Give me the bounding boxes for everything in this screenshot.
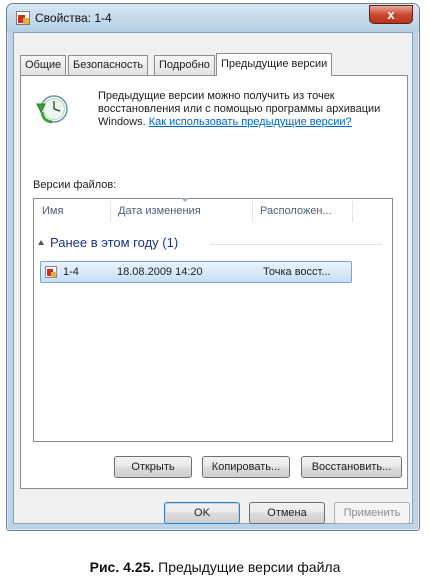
tab-details[interactable]: Подробно	[154, 55, 215, 75]
intro-text: Предыдущие версии можно получить из точе…	[98, 90, 398, 129]
tab-general[interactable]: Общие	[20, 55, 67, 75]
tab-security[interactable]: Безопасность	[68, 55, 149, 75]
apply-button: Применить	[334, 502, 410, 524]
document-icon	[45, 266, 57, 278]
restore-button[interactable]: Восстановить...	[301, 456, 402, 478]
group-title: Ранее в этом году (1)	[50, 235, 179, 250]
cancel-button[interactable]: Отмена	[249, 502, 325, 524]
list-item[interactable]: 1-4 18.08.2009 14:20 Точка восст...	[40, 261, 352, 283]
group-header[interactable]: Ранее в этом году (1)	[38, 235, 178, 253]
item-date: 18.08.2009 14:20	[117, 266, 203, 278]
properties-window: Свойства: 1-4 x Общие Безопасность Подро…	[6, 3, 420, 531]
dialog-client-area: Общие Безопасность Подробно Предыдущие в…	[13, 32, 413, 524]
figure-number: Рис. 4.25.	[89, 559, 155, 575]
column-location[interactable]: Расположен...	[252, 199, 352, 224]
tab-previous-versions[interactable]: Предыдущие версии	[216, 53, 333, 76]
ok-button[interactable]: OK	[164, 502, 240, 524]
figure-title: Предыдущие версии файла	[158, 559, 341, 575]
item-location: Точка восст...	[263, 266, 331, 278]
open-button[interactable]: Открыть	[114, 456, 192, 478]
help-link[interactable]: Как использовать предыдущие версии?	[149, 116, 352, 128]
document-icon	[16, 11, 30, 25]
previous-versions-panel: Предыдущие версии можно получить из точе…	[20, 75, 408, 489]
window-title: Свойства: 1-4	[35, 11, 112, 25]
figure-caption: Рис. 4.25. Предыдущие версии файла	[0, 559, 430, 575]
column-date-modified[interactable]: Дата изменения	[110, 199, 252, 224]
item-name: 1-4	[63, 266, 79, 278]
restore-clock-icon	[36, 95, 68, 124]
column-name[interactable]: Имя	[34, 199, 110, 224]
sort-arrow-icon	[181, 198, 189, 202]
copy-button[interactable]: Копировать...	[202, 456, 290, 478]
collapse-triangle-icon[interactable]	[38, 240, 44, 245]
file-versions-label: Версии файлов:	[33, 179, 117, 191]
column-separator	[352, 201, 353, 222]
close-button[interactable]: x	[369, 5, 413, 24]
group-divider	[210, 244, 382, 245]
title-bar[interactable]: Свойства: 1-4 x	[7, 4, 419, 32]
versions-list[interactable]: Имя Дата изменения Расположен... Ранее в…	[33, 198, 393, 442]
